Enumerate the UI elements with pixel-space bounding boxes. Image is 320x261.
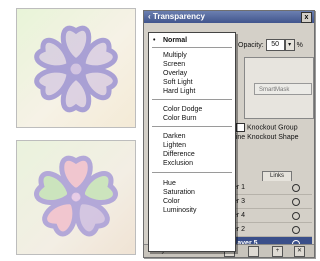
define-knockout-shape-label: efine Knockout Shape: [230, 134, 299, 141]
layer-row[interactable]: er 4: [230, 209, 312, 223]
close-icon[interactable]: x: [301, 12, 312, 23]
menu-item-color-dodge[interactable]: Color Dodge: [149, 105, 235, 114]
artwork-preview-bottom: [16, 140, 136, 255]
new-layer-icon[interactable]: +: [272, 246, 283, 257]
palette-title-bar[interactable]: ‹ Transparency x: [144, 11, 314, 23]
layer-target-icon[interactable]: [292, 212, 300, 220]
palette-title: ‹ Transparency: [148, 12, 205, 21]
menu-item-overlay[interactable]: Overlay: [149, 69, 235, 78]
menu-item-color[interactable]: Color: [149, 197, 235, 206]
artwork-preview-top: [16, 8, 136, 128]
layer-target-icon[interactable]: [292, 184, 300, 192]
flower-illustration-bottom: [34, 155, 118, 237]
opacity-control: Opacity: 50 ▾%: [238, 39, 303, 51]
opacity-input[interactable]: 50: [265, 39, 285, 51]
menu-item-exclusion[interactable]: Exclusion: [149, 159, 235, 168]
define-knockout-shape-option[interactable]: efine Knockout Shape: [230, 133, 299, 142]
knockout-group-label: Knockout Group: [247, 124, 298, 132]
checkmark-icon: •: [153, 37, 156, 44]
menu-item-difference[interactable]: Difference: [149, 150, 235, 159]
trash-icon[interactable]: ✕: [294, 246, 305, 257]
menu-item-screen[interactable]: Screen: [149, 60, 235, 69]
menu-item-color-burn[interactable]: Color Burn: [149, 114, 235, 123]
menu-item-saturation[interactable]: Saturation: [149, 188, 235, 197]
menu-separator: [152, 172, 232, 173]
menu-item-hue[interactable]: Hue: [149, 179, 235, 188]
opacity-label: Opacity:: [238, 41, 264, 49]
layer-target-icon[interactable]: [292, 198, 300, 206]
layer-row[interactable]: er 2: [230, 223, 312, 237]
layer-row[interactable]: er 1: [230, 181, 312, 195]
opacity-dropdown-arrow-icon[interactable]: ▾: [284, 39, 295, 51]
menu-item-darken[interactable]: Darken: [149, 132, 235, 141]
layer-target-icon[interactable]: [292, 226, 300, 234]
blend-mode-menu: • Normal Multiply Screen Overlay Soft Li…: [148, 32, 236, 252]
menu-separator: [152, 126, 232, 127]
menu-item-multiply[interactable]: Multiply: [149, 51, 235, 60]
menu-item-soft-light[interactable]: Soft Light: [149, 78, 235, 87]
flower-illustration-top: [34, 25, 118, 113]
menu-separator: [152, 99, 232, 100]
menu-item-luminosity[interactable]: Luminosity: [149, 206, 235, 215]
knockout-group-option[interactable]: Knockout Group: [236, 123, 298, 132]
menu-item-normal[interactable]: • Normal: [149, 36, 235, 45]
menu-item-label: Normal: [163, 37, 188, 44]
smartmask-button[interactable]: SmartMask: [254, 83, 312, 95]
layer-row[interactable]: er 3: [230, 195, 312, 209]
menu-item-lighten[interactable]: Lighten: [149, 141, 235, 150]
menu-separator: [152, 47, 232, 48]
opacity-unit: %: [296, 41, 303, 49]
layer-options-icon[interactable]: [248, 246, 259, 257]
menu-item-hard-light[interactable]: Hard Light: [149, 87, 235, 96]
knockout-group-checkbox[interactable]: [236, 123, 245, 132]
